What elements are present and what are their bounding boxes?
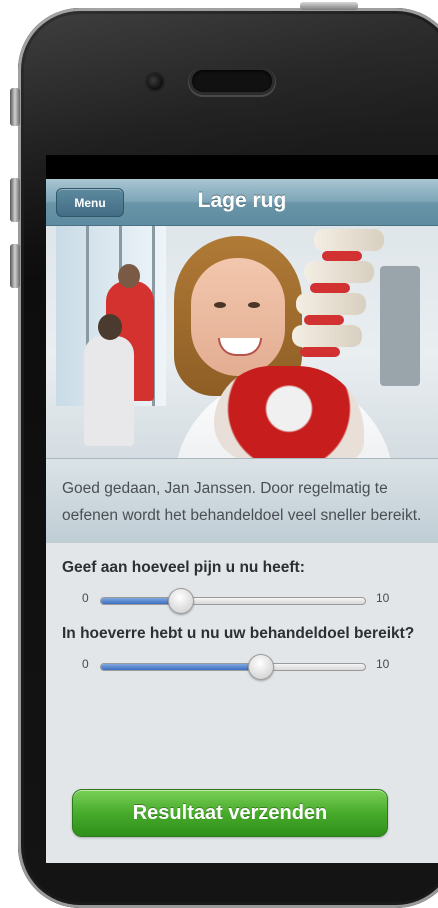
slider-min-label: 0 (82, 591, 89, 605)
volume-down-button (10, 244, 20, 288)
pain-slider[interactable]: 0 10 (62, 581, 422, 617)
spine-disc (310, 283, 350, 293)
photo-eye (248, 302, 260, 308)
photo-eye (214, 302, 226, 308)
questions-form: Geef aan hoeveel pijn u nu heeft: 0 10 I… (46, 543, 438, 683)
navigation-bar: Menu Lage rug (46, 179, 438, 226)
slider-track[interactable] (100, 663, 366, 671)
mute-switch (10, 88, 20, 126)
front-camera-icon (147, 74, 163, 90)
slider-track[interactable] (100, 597, 366, 605)
volume-up-button (10, 178, 20, 222)
feedback-text: Goed gedaan, Jan Janssen. Door regelmati… (62, 480, 422, 524)
slider-thumb[interactable] (167, 588, 194, 614)
slider-min-label: 0 (82, 657, 89, 671)
earpiece-speaker (192, 70, 272, 92)
photo-background-head (118, 264, 140, 288)
photo-background-person (84, 336, 134, 446)
spine-vertebra (314, 229, 384, 251)
slider-max-label: 10 (376, 591, 390, 605)
submit-button[interactable]: Resultaat verzenden (72, 789, 388, 837)
spine-disc (304, 315, 344, 325)
spine-disc (300, 347, 340, 357)
slider-thumb[interactable] (247, 654, 274, 680)
spine-disc (322, 251, 362, 261)
question-pain-label: Geef aan hoeveel pijn u nu heeft: (62, 559, 305, 576)
goal-slider[interactable]: 0 10 (62, 647, 422, 683)
spine-vertebra (296, 293, 366, 315)
photo-equipment (380, 266, 420, 386)
spine-vertebra (292, 325, 362, 347)
app-screen: Menu Lage rug Goed gedaan, Jan Janssen. … (46, 155, 438, 863)
slider-max-label: 10 (376, 657, 390, 671)
photo-background-head (98, 314, 122, 340)
spine-vertebra (304, 261, 374, 283)
slider-fill (101, 664, 260, 670)
physiotherapist-photo (46, 226, 438, 458)
page-title: Lage rug (197, 189, 287, 212)
question-goal-label: In hoeverre hebt u nu uw behandeldoel be… (62, 625, 415, 642)
photo-face (191, 258, 285, 376)
feedback-message: Goed gedaan, Jan Janssen. Door regelmati… (46, 458, 438, 543)
status-bar (46, 155, 438, 179)
power-button (300, 2, 358, 10)
